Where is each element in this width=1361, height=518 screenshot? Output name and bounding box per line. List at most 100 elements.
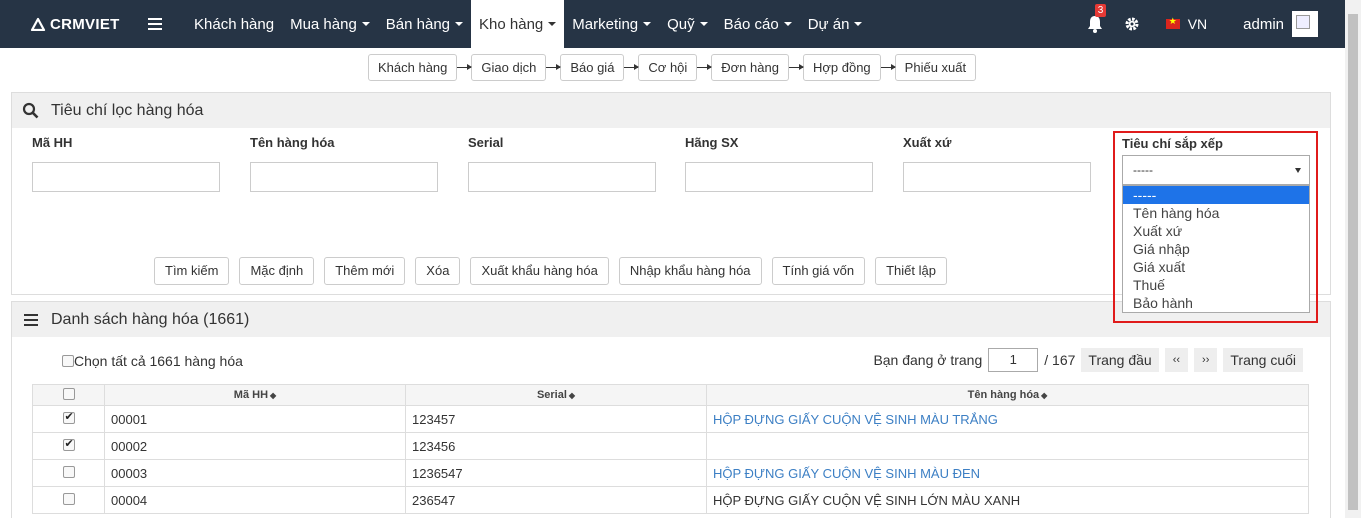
header-checkbox[interactable] (62, 387, 75, 400)
gear-icon[interactable] (1124, 16, 1140, 32)
name-input[interactable] (250, 162, 438, 192)
filter-origin-label: Xuất xứ (903, 135, 952, 150)
chevron-down-icon (361, 22, 370, 26)
sort-option[interactable]: Giá xuất (1123, 258, 1309, 276)
chevron-down-icon (643, 22, 652, 26)
row-checkbox[interactable] (62, 410, 75, 424)
sort-option[interactable]: ----- (1123, 186, 1309, 204)
prev-page-button[interactable]: ‹‹ (1164, 348, 1189, 372)
sort-icon: ◆ (1041, 391, 1048, 400)
column-serial[interactable]: Serial ◆ (405, 384, 707, 406)
delete-button[interactable]: Xóa (415, 257, 461, 285)
row-checkbox[interactable] (62, 437, 75, 451)
page-scrollbar[interactable] (1345, 0, 1361, 518)
sort-option[interactable]: Xuất xứ (1123, 222, 1309, 240)
search-button[interactable]: Tìm kiếm (154, 257, 230, 285)
logo[interactable]: CRMVIET (30, 16, 142, 33)
nav-item[interactable]: Dự án (800, 0, 871, 48)
arrow-right-icon (697, 64, 713, 70)
nav-item[interactable]: Marketing (564, 0, 659, 48)
filter-panel-title: Tiêu chí lọc hàng hóa (51, 101, 204, 119)
logo-icon (30, 17, 46, 31)
top-navbar: CRMVIET Khách hàng Mua hàng Bán hàng Kho hà… (0, 0, 1345, 48)
vietnam-flag-icon[interactable] (1165, 16, 1180, 29)
import-button[interactable]: Nhập khẩu hàng hóa (618, 257, 762, 285)
table-row[interactable]: 00003 1236547 HỘP ĐỰNG GIẤY CUỘN VỆ SINH M… (32, 459, 1309, 487)
row-checkbox-cell (32, 432, 105, 460)
flow-step-button[interactable]: Khách hàng (368, 54, 458, 81)
filter-name: Tên hàng hóa (250, 135, 438, 192)
sort-option[interactable]: Tên hàng hóa (1123, 204, 1309, 222)
filter-serial: Serial (468, 135, 656, 192)
sort-options-list: ----- Tên hàng hóa Xuất xứ Giá nhập Giá xuất… (1122, 185, 1310, 313)
sort-select[interactable]: ----- (1122, 155, 1310, 185)
cell-code: 00001 (104, 405, 406, 433)
export-button[interactable]: Xuất khẩu hàng hóa (470, 257, 609, 285)
column-name[interactable]: Tên hàng hóa ◆ (706, 384, 1309, 406)
arrow-right-icon (624, 64, 640, 70)
arrow-right-icon (788, 64, 804, 70)
sort-option[interactable]: Giá nhập (1123, 240, 1309, 258)
page-number-input[interactable]: 1 (988, 348, 1039, 372)
cell-name[interactable]: HỘP ĐỰNG GIẤY CUỘN VỆ SINH MÀU TRẮNG (706, 405, 1309, 433)
nav-item[interactable]: Bán hàng (378, 0, 471, 48)
column-code[interactable]: Mã HH ◆ (104, 384, 406, 406)
table-header-row: Mã HH ◆ Serial ◆ Tên hàng hóa ◆ (32, 384, 1309, 406)
select-all[interactable]: Chọn tất cả 1661 hàng hóa (62, 353, 243, 369)
row-checkbox[interactable] (62, 465, 75, 478)
avatar[interactable] (1292, 11, 1318, 37)
flow-step-button[interactable]: Báo giá (560, 54, 625, 81)
select-all-checkbox[interactable] (62, 355, 74, 367)
cell-code: 00004 (104, 486, 406, 514)
table-row[interactable]: 00001123457HỘP ĐỰNG GIẤY CUỘN VỆ SINH MÀ… (32, 405, 1309, 433)
column-code-label: Mã HH (233, 389, 269, 401)
sort-option[interactable]: Bảo hành (1123, 294, 1309, 312)
first-page-button[interactable]: Trang đầu (1081, 348, 1159, 372)
sort-option[interactable]: Thuế (1123, 276, 1309, 294)
nav-item[interactable]: Báo cáo (716, 0, 800, 48)
notification-bell-icon[interactable]: 3 (1086, 4, 1107, 34)
flow-step-button[interactable]: Giao dịch (471, 54, 547, 81)
user-name[interactable]: admin (1243, 16, 1284, 33)
arrow-right-icon (546, 64, 562, 70)
add-button[interactable]: Thêm mới (324, 257, 406, 285)
nav-item[interactable]: Khách hàng (186, 0, 282, 48)
flow-step-button[interactable]: Hợp đồng (802, 54, 881, 81)
nav-item[interactable]: Mua hàng (282, 0, 378, 48)
serial-input[interactable] (468, 162, 656, 192)
chevron-down-icon (699, 22, 708, 26)
arrow-right-icon (457, 64, 473, 70)
column-name-label: Tên hàng hóa (967, 389, 1040, 401)
nav-item[interactable]: Kho hàng (471, 0, 565, 48)
nav-item-label: Báo cáo (723, 15, 779, 33)
next-page-button[interactable]: ›› (1194, 348, 1218, 372)
default-button[interactable]: Mặc định (239, 257, 315, 285)
nav-item[interactable]: Quỹ (659, 0, 716, 48)
maker-input[interactable] (685, 162, 873, 192)
hamburger-menu-icon[interactable] (148, 18, 162, 30)
scrollbar-thumb[interactable] (1348, 14, 1358, 510)
nav-item-label: Marketing (572, 15, 639, 33)
cell-serial: 123456 (405, 432, 707, 460)
row-checkbox[interactable] (62, 492, 75, 505)
flow-step-button[interactable]: Cơ hội (638, 54, 698, 81)
last-page-button[interactable]: Trang cuối (1223, 348, 1303, 372)
flow-step-button[interactable]: Đơn hàng (711, 54, 789, 81)
cell-name[interactable]: HỘP ĐỰNG GIẤY CUỘN VỆ SINH MÀU ĐEN (706, 459, 1309, 487)
nav-item-label: Kho hàng (479, 15, 544, 33)
sort-criteria-highlight: Tiêu chí sắp xếp ----- ----- Tên hàng hóa… (1113, 131, 1318, 323)
page-total: / 167 (1044, 352, 1076, 368)
filter-code-label: Mã HH (32, 135, 73, 150)
flow-step-button[interactable]: Phiếu xuất (894, 54, 977, 81)
arrow-right-icon (880, 64, 896, 70)
table-row[interactable]: 00002123456 (32, 432, 1309, 460)
setup-button[interactable]: Thiết lập (875, 257, 947, 285)
page-prefix: Bạn đang ở trang (873, 352, 983, 368)
code-input[interactable] (32, 162, 220, 192)
list-icon (24, 313, 38, 326)
origin-input[interactable] (903, 162, 1091, 192)
cell-code: 00003 (104, 459, 406, 487)
cost-button[interactable]: Tính giá vốn (771, 257, 866, 285)
table-row[interactable]: 00004 236547 HỘP ĐỰNG GIẤY CUỘN VỆ SINH LỚ… (32, 486, 1309, 514)
language-selector[interactable]: VN (1188, 16, 1207, 32)
